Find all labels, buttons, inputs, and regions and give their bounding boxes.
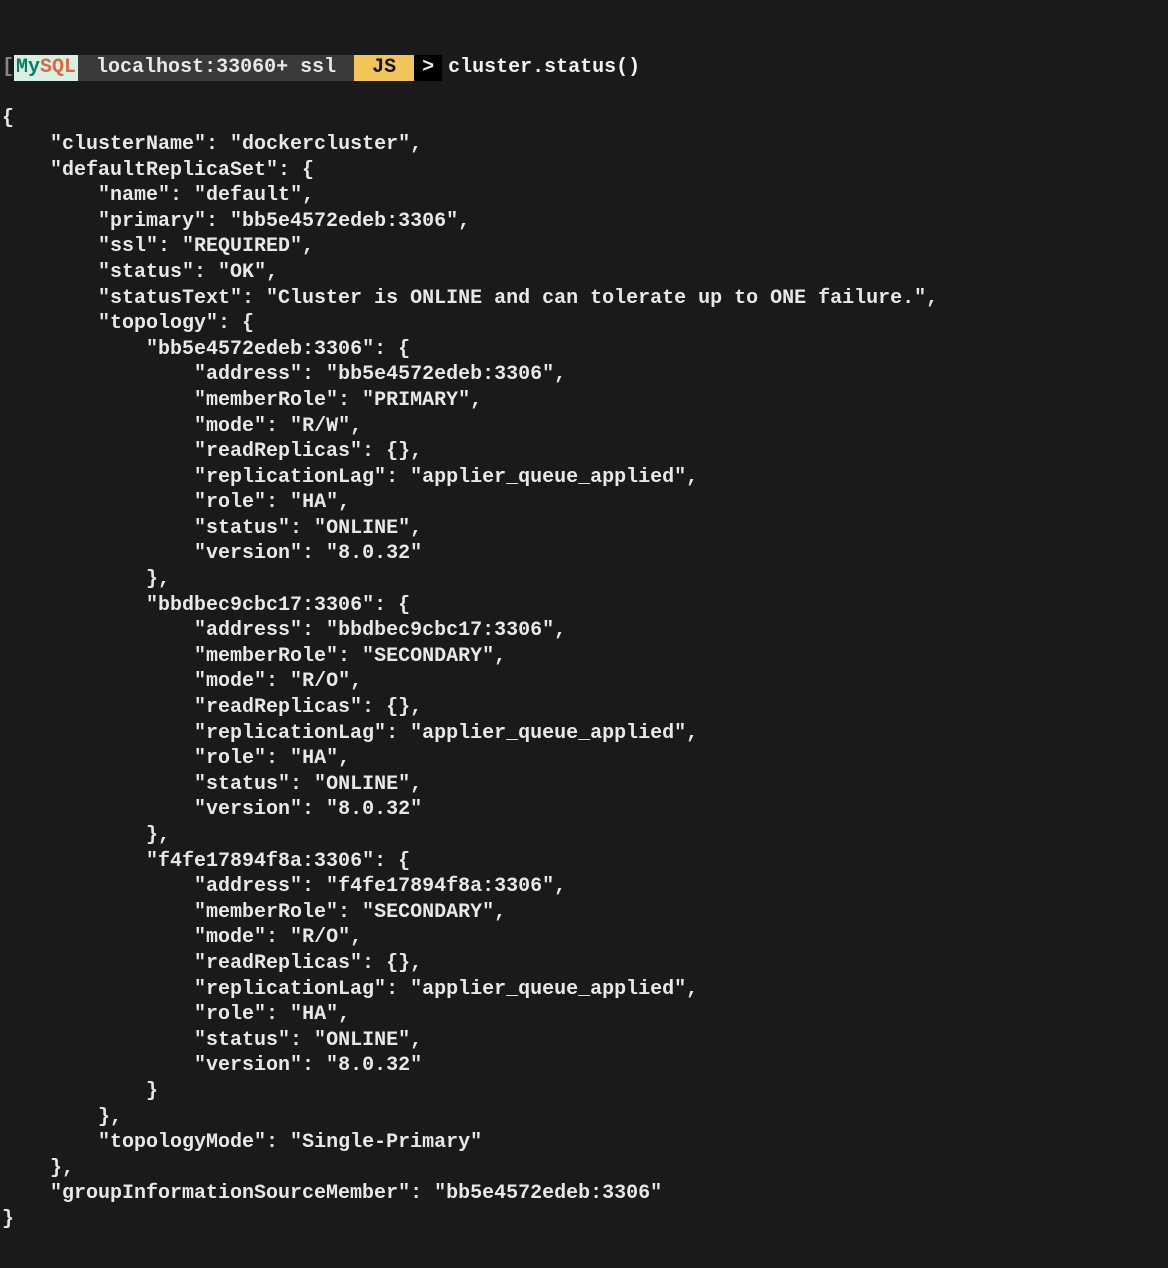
js-badge: JS <box>354 55 414 81</box>
node2-readReplicas: {} <box>386 696 410 719</box>
node1-memberRole: PRIMARY <box>374 389 458 412</box>
node2-key: bbdbec9cbc17:3306 <box>158 594 362 617</box>
node3-readReplicas: {} <box>386 952 410 975</box>
node1-status: ONLINE <box>326 517 398 540</box>
terminal[interactable]: [MySQL localhost:33060+ ssl JS >cluster.… <box>0 0 1168 1268</box>
node2-version: 8.0.32 <box>338 798 410 821</box>
rs-name: default <box>206 184 290 207</box>
command-output: { "clusterName": "dockercluster", "defau… <box>0 106 1168 1232</box>
prompt-arrow: > <box>414 55 442 81</box>
node1-key: bb5e4572edeb:3306 <box>158 338 362 361</box>
node3-version: 8.0.32 <box>338 1054 410 1077</box>
node3-status: ONLINE <box>326 1029 398 1052</box>
prompt-bracket-open: [ <box>0 55 14 81</box>
group-info-source: bb5e4572edeb:3306 <box>446 1182 650 1205</box>
node3-memberRole: SECONDARY <box>374 901 482 924</box>
cluster-name: dockercluster <box>242 133 398 156</box>
rs-status: OK <box>230 261 254 284</box>
node1-version: 8.0.32 <box>338 542 410 565</box>
rs-status-text: Cluster is ONLINE and can tolerate up to… <box>278 287 914 310</box>
node2-address: bbdbec9cbc17:3306 <box>338 619 542 642</box>
mysql-badge: MySQL <box>14 55 78 81</box>
topology-mode: Single-Primary <box>302 1131 470 1154</box>
node3-mode: R/O <box>302 926 338 949</box>
node2-role: HA <box>302 747 326 770</box>
node1-address: bb5e4572edeb:3306 <box>338 363 542 386</box>
node3-replicationLag: applier_queue_applied <box>422 978 674 1001</box>
node1-role: HA <box>302 491 326 514</box>
node2-mode: R/O <box>302 670 338 693</box>
node3-key: f4fe17894f8a:3306 <box>158 850 362 873</box>
node3-role: HA <box>302 1003 326 1026</box>
mysql-my: My <box>16 56 40 79</box>
node1-readReplicas: {} <box>386 440 410 463</box>
rs-ssl: REQUIRED <box>194 235 290 258</box>
command-input[interactable]: cluster.status() <box>442 55 640 81</box>
host-segment: localhost:33060+ ssl <box>78 55 354 81</box>
rs-primary: bb5e4572edeb:3306 <box>242 210 446 233</box>
node2-replicationLag: applier_queue_applied <box>422 722 674 745</box>
node2-status: ONLINE <box>326 773 398 796</box>
node1-mode: R/W <box>302 415 338 438</box>
prompt-line[interactable]: [MySQL localhost:33060+ ssl JS >cluster.… <box>0 55 1168 81</box>
mysql-sql: SQL <box>40 56 76 79</box>
node2-memberRole: SECONDARY <box>374 645 482 668</box>
node3-address: f4fe17894f8a:3306 <box>338 875 542 898</box>
node1-replicationLag: applier_queue_applied <box>422 466 674 489</box>
